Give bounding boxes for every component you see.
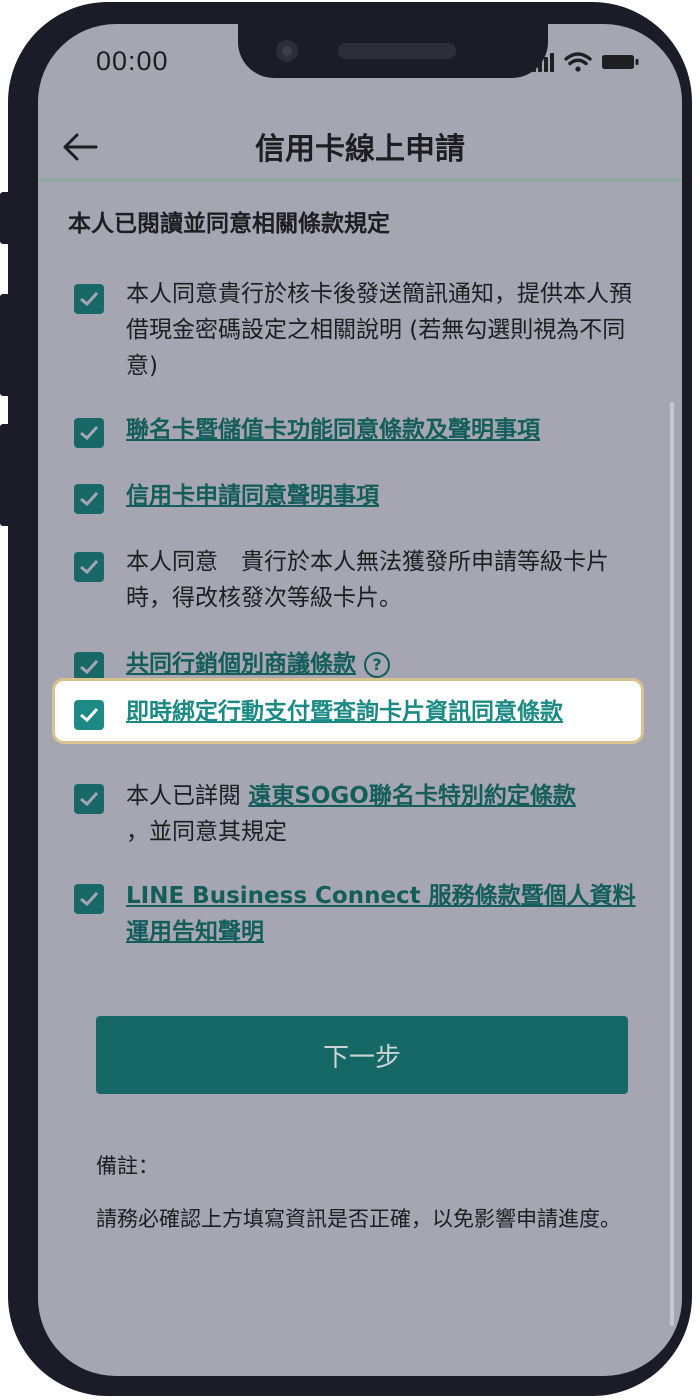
checkbox-card-level[interactable] xyxy=(74,552,104,582)
checkbox-sogo[interactable] xyxy=(74,784,104,814)
check-icon xyxy=(80,559,99,575)
check-icon xyxy=(80,791,99,807)
checkbox-sms-notice[interactable] xyxy=(74,284,104,314)
checkbox-cobrand[interactable] xyxy=(74,418,104,448)
status-icons xyxy=(532,52,639,72)
terms-text: 本人同意貴行於核卡後發送簡訊通知，提供本人預借現金密碼設定之相關說明 (若無勾選… xyxy=(126,281,632,379)
camera-icon xyxy=(276,40,298,62)
terms-link-sogo[interactable]: 遠東SOGO聯名卡特別約定條款 xyxy=(248,783,576,809)
terms-link-mobile-pay[interactable]: 即時綁定行動支付暨查詢卡片資訊同意條款 xyxy=(126,694,646,730)
check-icon xyxy=(80,659,99,675)
header-divider xyxy=(38,178,682,182)
terms-link-line[interactable]: LINE Business Connect 服務條款暨個人資料運用告知聲明 xyxy=(126,878,646,950)
terms-line: 共同行銷個別商議條款? xyxy=(126,646,646,682)
section-title: 本人已閱讀並同意相關條款規定 xyxy=(68,211,390,237)
app-header: 信用卡線上申請 xyxy=(38,112,682,180)
screen: 00:00 信用卡線上申請 本人已閱讀並同意相關條款規定 本人同意貴行於核卡後發… xyxy=(38,24,682,1376)
next-step-button[interactable]: 下一步 xyxy=(96,1016,628,1094)
notch xyxy=(238,24,548,78)
help-icon[interactable]: ? xyxy=(364,651,390,678)
volume-up-button xyxy=(0,294,10,396)
note-label: 備註： xyxy=(96,1154,159,1178)
signal-icon xyxy=(532,53,554,72)
wifi-icon xyxy=(564,52,592,72)
mute-switch xyxy=(0,192,10,244)
terms-link-marketing[interactable]: 共同行銷個別商議條款 xyxy=(126,651,356,677)
check-icon xyxy=(80,425,99,441)
status-time: 00:00 xyxy=(96,46,169,76)
checkbox-mobile-pay[interactable] xyxy=(74,700,104,730)
check-icon xyxy=(80,491,99,507)
check-icon xyxy=(80,891,99,907)
battery-icon xyxy=(602,55,639,69)
check-icon xyxy=(80,291,99,307)
terms-suffix: ，並同意其規定 xyxy=(126,819,287,845)
page-title: 信用卡線上申請 xyxy=(255,132,465,167)
checkbox-application[interactable] xyxy=(74,484,104,514)
check-icon xyxy=(80,707,99,723)
volume-down-button xyxy=(0,424,10,526)
terms-link-application[interactable]: 信用卡申請同意聲明事項 xyxy=(126,478,646,514)
terms-line: 本人已詳閱 遠東SOGO聯名卡特別約定條款 ，並同意其規定 xyxy=(126,778,646,850)
terms-prefix: 本人已詳閱 xyxy=(126,783,249,809)
scrollbar[interactable] xyxy=(670,402,674,1326)
checkbox-line[interactable] xyxy=(74,884,104,914)
terms-text: 本人同意 貴行於本人無法獲發所申請等級卡片時，得改核發次等級卡片。 xyxy=(126,549,609,611)
phone-frame: 00:00 信用卡線上申請 本人已閱讀並同意相關條款規定 本人同意貴行於核卡後發… xyxy=(0,2,692,1396)
terms-link-cobrand[interactable]: 聯名卡暨儲值卡功能同意條款及聲明事項 xyxy=(126,412,646,448)
speaker-grille xyxy=(338,43,456,59)
note-text: 請務必確認上方填寫資訊是否正確，以免影響申請進度。 xyxy=(96,1207,621,1231)
